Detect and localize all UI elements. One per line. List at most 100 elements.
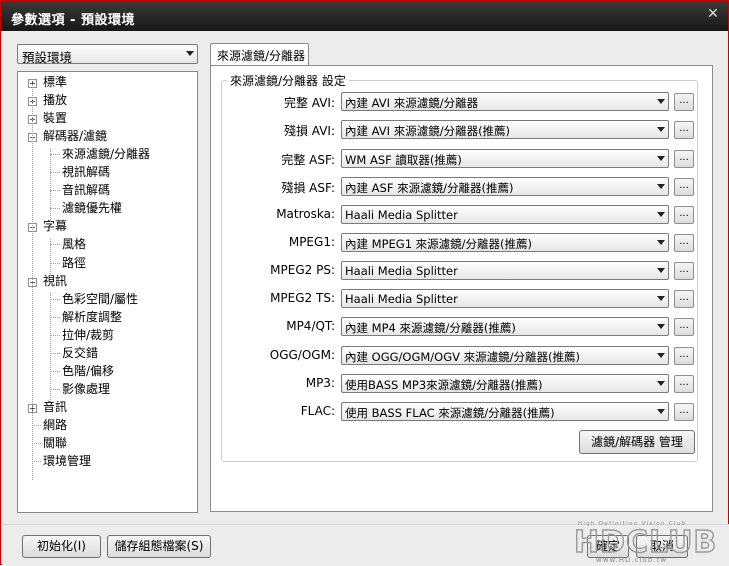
filter-select[interactable]: 使用 BASS FLAC 來源濾鏡/分離器(推薦): [341, 402, 669, 421]
category-select-value: 預設環境: [22, 50, 73, 65]
filter-select[interactable]: WM ASF 讀取器(推薦): [341, 149, 669, 168]
filter-options-button[interactable]: ...: [674, 290, 694, 308]
filter-select-value: Haali Media Splitter: [345, 208, 458, 222]
filter-options-button[interactable]: ...: [674, 318, 694, 336]
row-label: MPEG1:: [288, 235, 335, 249]
settings-tree[interactable]: + 標準 + 播放 + 裝置 − 解碼器/濾鏡 來源濾鏡/分離器視訊解碼音訊解碼濾鏡優先權 − 字幕…: [17, 71, 198, 513]
chevron-down-icon: [657, 127, 665, 132]
tree-item[interactable]: − 解碼器/濾鏡: [18, 128, 196, 145]
filter-options-button[interactable]: ...: [674, 375, 694, 393]
filter-options-button[interactable]: ...: [674, 150, 694, 168]
filter-select[interactable]: 內建 OGG/OGM/OGV 來源濾鏡/分離器(推薦): [341, 346, 669, 365]
row-label: 完整 AVI:: [283, 96, 335, 110]
row-label: MPEG2 PS:: [270, 263, 335, 277]
filter-select[interactable]: Haali Media Splitter: [341, 205, 669, 224]
tree-item[interactable]: 拉伸/裁剪: [18, 327, 196, 344]
tree-item-label: 視訊解碼: [62, 165, 111, 179]
filter-select-value: 內建 MP4 來源濾鏡/分離器(推薦): [345, 321, 516, 335]
tree-item[interactable]: 風格: [18, 236, 196, 253]
tree-connector: [50, 317, 60, 318]
save-profile-button[interactable]: 儲存組態檔案(S): [107, 535, 211, 558]
tree-item[interactable]: 解析度調整: [18, 309, 196, 326]
filter-select[interactable]: 使用BASS MP3來源濾鏡/分離器(推薦): [341, 374, 669, 393]
filter-select-value: 使用BASS MP3來源濾鏡/分離器(推薦): [345, 378, 543, 392]
tree-item[interactable]: + 音訊: [18, 399, 196, 416]
tree-item[interactable]: 網路: [18, 417, 196, 434]
tree-item[interactable]: 濾鏡優先權: [18, 200, 196, 217]
filter-select[interactable]: 內建 AVI 來源濾鏡/分離器(推薦): [341, 120, 669, 139]
tree-item-label: 標準: [43, 75, 68, 89]
filter-select-value: 使用 BASS FLAC 來源濾鏡/分離器(推薦): [345, 406, 555, 420]
tree-item[interactable]: + 標準: [18, 74, 196, 91]
tree-item-label: 色彩空間/屬性: [62, 292, 139, 306]
tree-item[interactable]: 視訊解碼: [18, 164, 196, 181]
row-label: Matroska:: [276, 207, 335, 221]
codec-manager-button[interactable]: 濾鏡/解碼器 管理: [579, 430, 695, 454]
tree-item-label: 色階/偏移: [62, 364, 115, 378]
tab-source-filter[interactable]: 來源濾鏡/分離器: [210, 43, 309, 66]
tree-item[interactable]: − 視訊: [18, 273, 196, 290]
close-icon[interactable]: ✕: [706, 7, 720, 21]
tree-item[interactable]: − 字幕: [18, 218, 196, 235]
tree-item[interactable]: 色階/偏移: [18, 363, 196, 380]
tree-item[interactable]: 環境管理: [18, 453, 196, 470]
chevron-down-icon: [657, 324, 665, 329]
chevron-down-icon: [657, 212, 665, 217]
tree-connector: [50, 190, 60, 191]
filter-options-button[interactable]: ...: [674, 262, 694, 280]
row-label: OGG/OGM:: [269, 348, 335, 362]
row-label: MPEG2 TS:: [270, 291, 335, 305]
filter-options-button[interactable]: ...: [674, 178, 694, 196]
tree-connector: [32, 443, 41, 444]
category-select[interactable]: 預設環境: [17, 44, 198, 65]
chevron-down-icon: [657, 156, 665, 161]
tree-connector: [50, 335, 60, 336]
chevron-down-icon: [657, 268, 665, 273]
filter-select[interactable]: 內建 MPEG1 來源濾鏡/分離器(推薦): [341, 233, 669, 252]
filter-options-button[interactable]: ...: [674, 403, 694, 421]
tree-item-label: 濾鏡優先權: [62, 201, 123, 215]
tree-item-label: 播放: [43, 93, 68, 107]
tree-item[interactable]: 反交錯: [18, 345, 196, 362]
title-bar[interactable]: 參數選項 - 預設環境 ✕: [1, 1, 728, 31]
tree-connector: [50, 389, 60, 390]
tree-item[interactable]: 影像處理: [18, 381, 196, 398]
filter-options-button[interactable]: ...: [674, 206, 694, 224]
tree-connector: [50, 263, 60, 264]
tree-connector: [50, 172, 60, 173]
tree-item-label: 解析度調整: [62, 310, 123, 324]
watermark-logo: HDCLUB: [574, 525, 717, 560]
chevron-down-icon: [657, 381, 665, 386]
tree-item[interactable]: 音訊解碼: [18, 182, 196, 199]
tree-connector: [32, 461, 41, 462]
tree-connector: [50, 299, 60, 300]
tree-item[interactable]: 來源濾鏡/分離器: [18, 146, 196, 163]
tree-item[interactable]: 色彩空間/屬性: [18, 291, 196, 308]
tree-item[interactable]: 關聯: [18, 435, 196, 452]
filter-options-button[interactable]: ...: [674, 121, 694, 139]
filter-select-value: 內建 AVI 來源濾鏡/分離器(推薦): [345, 124, 511, 138]
filter-select-value: WM ASF 讀取器(推薦): [345, 153, 462, 167]
filter-select[interactable]: 內建 ASF 來源濾鏡/分離器(推薦): [341, 177, 669, 196]
row-label: MP4/QT:: [286, 319, 335, 333]
chevron-down-icon: [657, 184, 665, 189]
chevron-down-icon: [657, 99, 665, 104]
filter-options-button[interactable]: ...: [674, 234, 694, 252]
preferences-window: 參數選項 - 預設環境 ✕ 預設環境 + 標準 + 播放 + 裝置 − 解碼器/濾鏡 來源濾鏡/…: [0, 0, 729, 566]
tree-item[interactable]: + 裝置: [18, 110, 196, 127]
tree-item[interactable]: + 播放: [18, 92, 196, 109]
tree-connector: [50, 149, 51, 222]
filter-select[interactable]: Haali Media Splitter: [341, 261, 669, 280]
filter-select-value: Haali Media Splitter: [345, 292, 458, 306]
chevron-down-icon: [186, 51, 194, 56]
filter-select[interactable]: 內建 MP4 來源濾鏡/分離器(推薦): [341, 317, 669, 336]
tree-connector: [50, 208, 60, 209]
filter-select[interactable]: Haali Media Splitter: [341, 289, 669, 308]
filter-options-button[interactable]: ...: [674, 347, 694, 365]
tree-item-label: 環境管理: [43, 454, 92, 468]
init-button[interactable]: 初始化(I): [22, 535, 101, 558]
tree-item[interactable]: 路徑: [18, 255, 196, 272]
tree-connector: [32, 84, 33, 480]
filter-options-button[interactable]: ...: [674, 93, 694, 111]
filter-select[interactable]: 內建 AVI 來源濾鏡/分離器: [341, 92, 669, 111]
